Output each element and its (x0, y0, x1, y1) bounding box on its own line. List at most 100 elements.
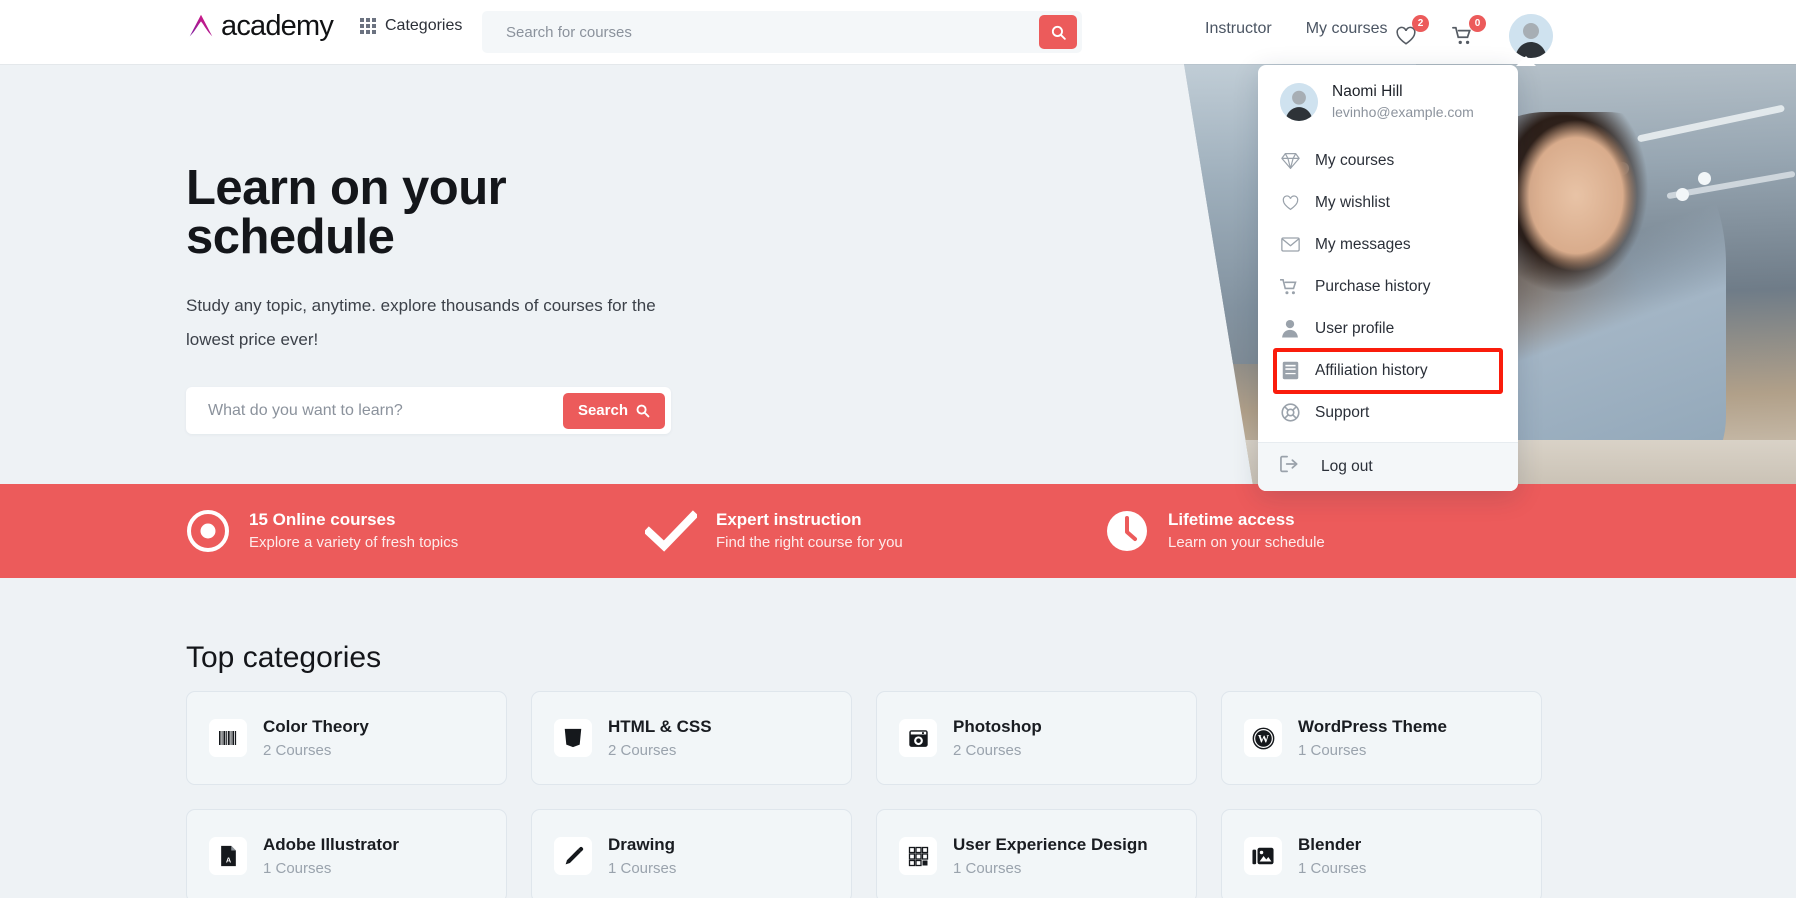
target-icon (187, 510, 229, 552)
academy-logo-icon (189, 14, 213, 37)
user-email: levinho@example.com (1332, 103, 1474, 120)
category-card-adobe-illustrator[interactable]: A Adobe Illustrator 1 Courses (186, 809, 507, 898)
navbar-icons: 2 0 (1392, 14, 1553, 58)
diamond-icon (1280, 152, 1300, 170)
cart-icon (1280, 278, 1300, 296)
hero-title-line2: schedule (186, 210, 395, 264)
menu-item-label: My messages (1315, 235, 1411, 253)
svg-text:W: W (1257, 733, 1269, 745)
feature-title: 15 Online courses (249, 510, 396, 530)
check-icon (645, 510, 697, 552)
category-card-user-experience-design[interactable]: User Experience Design 1 Courses (876, 809, 1197, 898)
category-card-color-theory[interactable]: Color Theory 2 Courses (186, 691, 507, 785)
top-categories-section: Top categories Color Theory 2 Courses HT… (0, 578, 1796, 898)
book-icon (1280, 361, 1300, 380)
page-root: academy Categories Instructor My courses (0, 0, 1796, 898)
feature-subtitle: Explore a variety of fresh topics (249, 533, 459, 551)
category-name: HTML & CSS (608, 717, 712, 736)
css3-icon (554, 719, 592, 757)
category-name: Photoshop (953, 717, 1042, 736)
cart-badge: 0 (1469, 15, 1486, 32)
svg-text:A: A (225, 855, 231, 864)
category-count: 1 Courses (1298, 741, 1367, 759)
menu-item-label: Affiliation history (1315, 361, 1428, 379)
nav-link-my-courses[interactable]: My courses (1306, 20, 1388, 38)
images-icon (1244, 837, 1282, 875)
user-dropdown-menu: Naomi Hill levinho@example.com My course… (1258, 56, 1536, 491)
category-count: 1 Courses (1298, 859, 1367, 877)
grid-squares-icon (899, 837, 937, 875)
category-card-wordpress-theme[interactable]: W WordPress Theme 1 Courses (1221, 691, 1542, 785)
clock-icon (1107, 511, 1147, 551)
menu-item-my-messages[interactable]: My messages (1258, 224, 1518, 266)
hero-search-button[interactable]: Search (562, 392, 665, 429)
category-count: 1 Courses (953, 859, 1022, 877)
menu-item-support[interactable]: Support (1258, 392, 1518, 434)
user-name: Naomi Hill (1332, 83, 1403, 100)
category-count: 2 Courses (608, 741, 677, 759)
category-name: Adobe Illustrator (263, 835, 400, 854)
heart-icon (1280, 194, 1300, 212)
category-name: Color Theory (263, 717, 369, 736)
hero-section: Learn on your schedule Study any topic, … (0, 64, 1796, 492)
feature-title: Lifetime access (1168, 510, 1295, 530)
category-grid: Color Theory 2 Courses HTML & CSS 2 Cour… (186, 691, 1610, 898)
category-card-blender[interactable]: Blender 1 Courses (1221, 809, 1542, 898)
menu-item-my-courses[interactable]: My courses (1258, 140, 1518, 182)
hero-search-box: Search (186, 387, 671, 434)
feature-expert-instruction: Expert instruction Find the right course… (645, 509, 903, 553)
dropdown-user-header[interactable]: Naomi Hill levinho@example.com (1258, 82, 1518, 140)
page-title: Top categories (186, 641, 382, 674)
search-input[interactable] (482, 23, 1039, 41)
menu-item-label: Support (1315, 403, 1370, 421)
feature-subtitle: Learn on your schedule (1168, 533, 1325, 551)
barcode-icon (209, 719, 247, 757)
wishlist-button[interactable]: 2 (1392, 15, 1429, 50)
user-icon (1280, 319, 1300, 338)
menu-item-label: User profile (1315, 319, 1395, 337)
hero-title-line1: Learn on your (186, 161, 507, 215)
user-avatar-button[interactable] (1509, 14, 1553, 58)
logout-icon (1280, 455, 1299, 478)
menu-item-user-profile[interactable]: User profile (1258, 308, 1518, 350)
dropdown-footer: Log out (1258, 442, 1518, 491)
category-card-photoshop[interactable]: Photoshop 2 Courses (876, 691, 1197, 785)
hero-title: Learn on your schedule (186, 164, 706, 262)
lifebuoy-icon (1280, 403, 1300, 422)
envelope-icon (1280, 236, 1300, 253)
search-submit-button[interactable] (1039, 15, 1077, 49)
category-name: User Experience Design (953, 835, 1148, 854)
nav-link-instructor[interactable]: Instructor (1205, 20, 1272, 38)
hero-search-button-label: Search (577, 402, 628, 419)
menu-item-label: Log out (1321, 457, 1373, 475)
menu-item-purchase-history[interactable]: Purchase history (1258, 266, 1518, 308)
menu-item-log-out[interactable]: Log out (1258, 443, 1518, 491)
category-card-html-css[interactable]: HTML & CSS 2 Courses (531, 691, 852, 785)
category-count: 2 Courses (263, 741, 332, 759)
categories-button[interactable]: Categories (360, 17, 462, 35)
pencil-icon (554, 837, 592, 875)
menu-item-affiliation-history[interactable]: Affiliation history (1273, 347, 1503, 394)
wishlist-badge: 2 (1412, 15, 1429, 32)
feature-lifetime-access: Lifetime access Learn on your schedule (1105, 509, 1325, 553)
category-name: WordPress Theme (1298, 717, 1447, 736)
category-count: 1 Courses (263, 859, 332, 877)
features-strip: 15 Online courses Explore a variety of f… (0, 484, 1796, 578)
search-icon (636, 404, 650, 418)
feature-subtitle: Find the right course for you (716, 533, 903, 551)
menu-item-label: My wishlist (1315, 193, 1390, 211)
avatar (1280, 82, 1318, 121)
hero-search-input[interactable] (186, 401, 563, 420)
category-count: 1 Courses (608, 859, 677, 877)
cart-button[interactable]: 0 (1449, 15, 1486, 50)
menu-item-label: My courses (1315, 151, 1395, 169)
feature-online-courses: 15 Online courses Explore a variety of f… (186, 509, 458, 553)
category-card-drawing[interactable]: Drawing 1 Courses (531, 809, 852, 898)
search-icon (1051, 25, 1066, 40)
menu-item-my-wishlist[interactable]: My wishlist (1258, 182, 1518, 224)
site-logo[interactable]: academy (186, 11, 334, 41)
category-name: Drawing (608, 835, 676, 854)
hero-content: Learn on your schedule Study any topic, … (186, 164, 706, 434)
category-count: 2 Courses (953, 741, 1022, 759)
file-pdf-icon: A (209, 837, 247, 875)
